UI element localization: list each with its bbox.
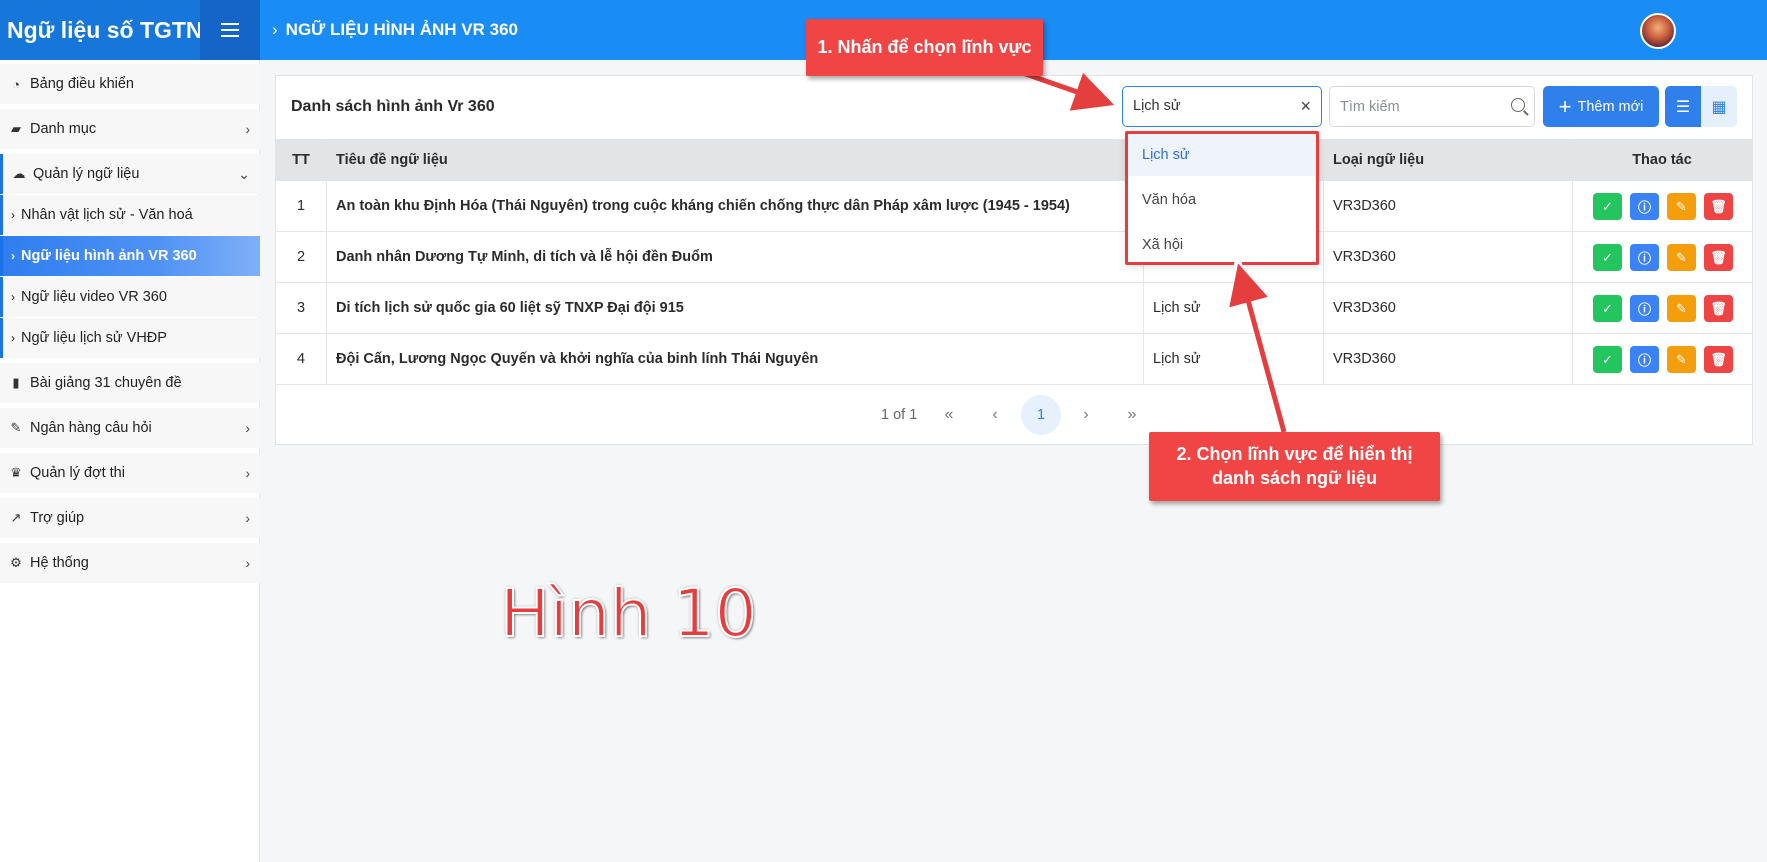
annotation-step2: 2. Chọn lĩnh vực để hiển thị danh sách n… [1149,432,1440,501]
annotation-arrows [1016,68,1288,436]
annotation-step1: 1. Nhấn để chọn lĩnh vực [806,19,1043,76]
arrow-to-dropdown [1229,263,1287,433]
figure-label: Hình 10 [499,574,758,653]
annotation-step2-line1: 2. Chọn lĩnh vực để hiển thị [1176,444,1413,464]
arrow-to-select [1019,69,1115,111]
annotation-step2-line2: danh sách ngữ liệu [1211,468,1378,488]
